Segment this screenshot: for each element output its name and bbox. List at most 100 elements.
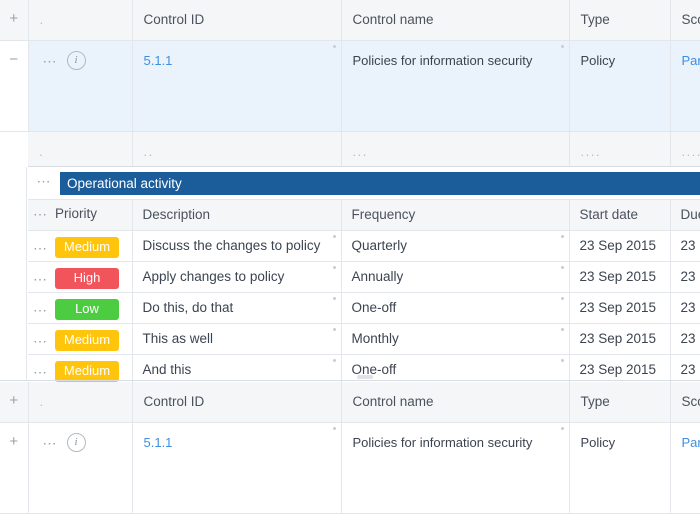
cell-marker-icon [560,235,564,238]
cell-marker-icon [332,235,336,238]
horizontal-scrollbar[interactable] [357,375,373,379]
cell-start-date[interactable]: 23 Sep 2015 [569,230,671,262]
row-menu-icon[interactable]: ⋯ [33,241,48,255]
column-header-control-id[interactable]: Control ID [132,382,342,423]
cell-description[interactable]: Discuss the changes to policy [132,230,342,262]
cell-type[interactable]: Policy [569,422,671,514]
expand-row-button[interactable]: + [0,422,29,514]
nested-body: ⋯ Operational activity ⋯ Priority Descri… [28,167,700,386]
cell-marker-icon [332,297,336,300]
nested-column-header-description[interactable]: Description [132,200,342,231]
nested-banner-row: ⋯ Operational activity [28,167,700,200]
outer-controls-table-lower: + . Control ID Control name Type Sco [0,382,700,514]
cell-marker-icon [560,359,564,362]
cell-type[interactable]: Policy [569,40,671,132]
plus-icon: + [9,392,19,409]
cell-marker-icon [560,266,564,269]
cell-priority[interactable]: ⋯ High [28,261,133,293]
column-header-control-name[interactable]: Control name [341,382,570,423]
column-header-handle[interactable]: . [28,0,133,41]
cell-due-date[interactable]: 23 [670,323,700,355]
cell-due-date[interactable]: 23 [670,292,700,324]
nested-left-gutter [0,167,27,381]
column-header-type[interactable]: Type [569,382,671,423]
table-row[interactable]: + ⋯ i 5.1.1 Policies for information sec… [0,422,700,514]
column-header-handle[interactable]: . [28,382,133,423]
cell-due-date[interactable]: 23 [670,261,700,293]
cell-description[interactable]: Apply changes to policy [132,261,342,293]
column-header-type[interactable]: Type [569,0,671,41]
nested-banner-title: Operational activity [60,171,700,195]
cell-scope[interactable]: Par [670,422,700,514]
banner-menu-icon[interactable]: ⋯ [28,174,60,190]
cell-marker-icon [560,427,564,430]
plus-icon: + [9,10,19,27]
status-badge: High [55,268,119,289]
header-menu-icon[interactable]: ⋯ [33,207,48,221]
status-badge: Medium [55,330,119,351]
nested-header-row: ⋯ Priority Description Frequency Start d… [28,200,700,231]
column-header-scope[interactable]: Sco [670,0,700,41]
column-header-control-name[interactable]: Control name [341,0,570,41]
cell-control-id[interactable]: 5.1.1 [132,40,342,132]
table-row[interactable]: − ⋯ i 5.1.1 Policies for information sec… [0,40,700,132]
cell-start-date[interactable]: 23 Sep 2015 [569,292,671,324]
nested-column-header-due-date[interactable]: Due [670,200,700,231]
row-menu-icon[interactable]: ⋯ [33,365,48,379]
add-row-button-bottom[interactable]: + [0,382,29,423]
cell-marker-icon [560,328,564,331]
add-row-button-top[interactable]: + [0,0,29,41]
cell-marker-icon [332,328,336,331]
control-grid: + . Control ID Control name Type Sco − [0,0,700,514]
outer-header-row: + . Control ID Control name Type Sco [0,0,700,41]
cell-due-date[interactable]: 23 [670,230,700,262]
table-row[interactable]: ⋯ Medium This as well Monthly 23 Sep 201… [28,323,700,355]
cell-marker-icon [332,266,336,269]
cell-marker-icon [332,359,336,362]
cell-frequency[interactable]: Monthly [341,323,570,355]
column-header-control-id[interactable]: Control ID [132,0,342,41]
cell-marker-icon [560,45,564,48]
table-row[interactable]: ⋯ High Apply changes to policy Annually … [28,261,700,293]
nested-column-header-priority[interactable]: ⋯ Priority [28,200,133,231]
outer-header-row-lower: + . Control ID Control name Type Sco [0,382,700,423]
collapse-row-button[interactable]: − [0,40,29,132]
row-handle-cell[interactable]: ⋯ i [28,422,133,514]
cell-priority[interactable]: ⋯ Medium [28,230,133,262]
cell-priority[interactable]: ⋯ Low [28,292,133,324]
cell-control-name[interactable]: Policies for information security [341,422,570,514]
cell-frequency[interactable]: Annually [341,261,570,293]
table-row[interactable]: ⋯ Medium Discuss the changes to policy Q… [28,230,700,262]
info-icon[interactable]: i [66,433,86,452]
cell-description[interactable]: Do this, do that [132,292,342,324]
nested-column-header-start-date[interactable]: Start date [569,200,671,231]
table-row[interactable]: ⋯ Low Do this, do that One-off 23 Sep 20… [28,292,700,324]
nested-column-header-frequency[interactable]: Frequency [341,200,570,231]
cell-priority[interactable]: ⋯ Medium [28,323,133,355]
row-menu-icon[interactable]: ⋯ [43,54,58,68]
cell-frequency[interactable]: Quarterly [341,230,570,262]
minus-icon: − [9,51,19,68]
cell-marker-icon [332,427,336,430]
info-icon[interactable]: i [66,51,86,70]
plus-icon: + [9,433,19,450]
cell-scope[interactable]: Par [670,40,700,132]
cell-description[interactable]: This as well [132,323,342,355]
status-badge: Low [55,299,119,320]
cell-control-name[interactable]: Policies for information security [341,40,570,132]
row-menu-icon[interactable]: ⋯ [43,436,58,450]
column-header-scope[interactable]: Sco [670,382,700,423]
cell-start-date[interactable]: 23 Sep 2015 [569,261,671,293]
row-menu-icon[interactable]: ⋯ [33,272,48,286]
status-badge: Medium [55,361,119,382]
cell-marker-icon [332,45,336,48]
row-menu-icon[interactable]: ⋯ [33,303,48,317]
cell-start-date[interactable]: 23 Sep 2015 [569,323,671,355]
row-menu-icon[interactable]: ⋯ [33,334,48,348]
row-handle-cell[interactable]: ⋯ i [28,40,133,132]
outer-controls-table: + . Control ID Control name Type Sco − [0,0,700,173]
cell-frequency[interactable]: One-off [341,292,570,324]
panel-bottom-divider [0,380,700,381]
status-badge: Medium [55,237,119,258]
cell-control-id[interactable]: 5.1.1 [132,422,342,514]
